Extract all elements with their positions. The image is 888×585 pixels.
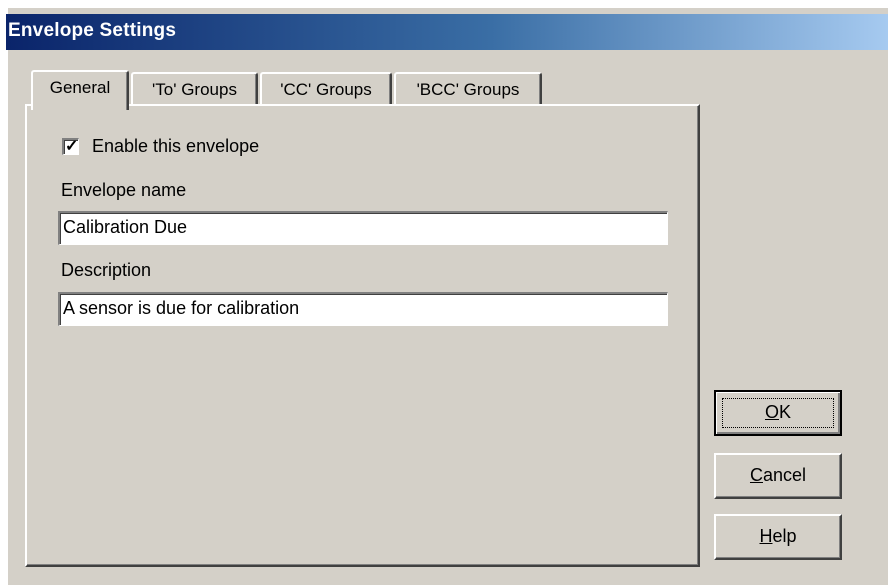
enable-envelope-checkbox[interactable]: ✓ (62, 137, 79, 155)
ok-button[interactable]: OK (714, 390, 842, 436)
help-label-rest: elp (772, 526, 797, 546)
cancel-mnemonic: C (749, 465, 763, 485)
description-label: Description (61, 260, 152, 280)
tab-bcc-groups-label: 'BCC' Groups (416, 80, 520, 99)
tab-bcc-groups[interactable]: 'BCC' Groups (394, 72, 542, 108)
envelope-name-label: Envelope name (61, 180, 187, 200)
window-title: Envelope Settings (8, 20, 177, 41)
ok-mnemonic: O (764, 402, 779, 422)
general-tab-panel (25, 104, 700, 567)
title-bar[interactable]: Envelope Settings (6, 14, 888, 50)
envelope-name-input[interactable]: Calibration Due (58, 211, 668, 245)
tab-cc-groups-label: 'CC' Groups (280, 80, 372, 99)
tab-general-label: General (49, 78, 111, 97)
tab-general[interactable]: General (31, 70, 129, 110)
cancel-button[interactable]: Cancel (714, 453, 842, 499)
tab-cc-groups[interactable]: 'CC' Groups (260, 72, 392, 108)
tab-to-groups-label: 'To' Groups (152, 80, 237, 99)
cancel-label-rest: ancel (762, 465, 807, 485)
help-button[interactable]: Help (714, 514, 842, 560)
enable-envelope-label: Enable this envelope (92, 135, 260, 156)
enable-envelope-row[interactable]: ✓ Enable this envelope (62, 134, 259, 158)
help-mnemonic: H (759, 526, 773, 546)
ok-label-rest: K (779, 402, 792, 422)
tab-to-groups[interactable]: 'To' Groups (131, 72, 258, 108)
checkmark-icon: ✓ (65, 137, 79, 155)
description-input[interactable]: A sensor is due for calibration (58, 292, 668, 326)
